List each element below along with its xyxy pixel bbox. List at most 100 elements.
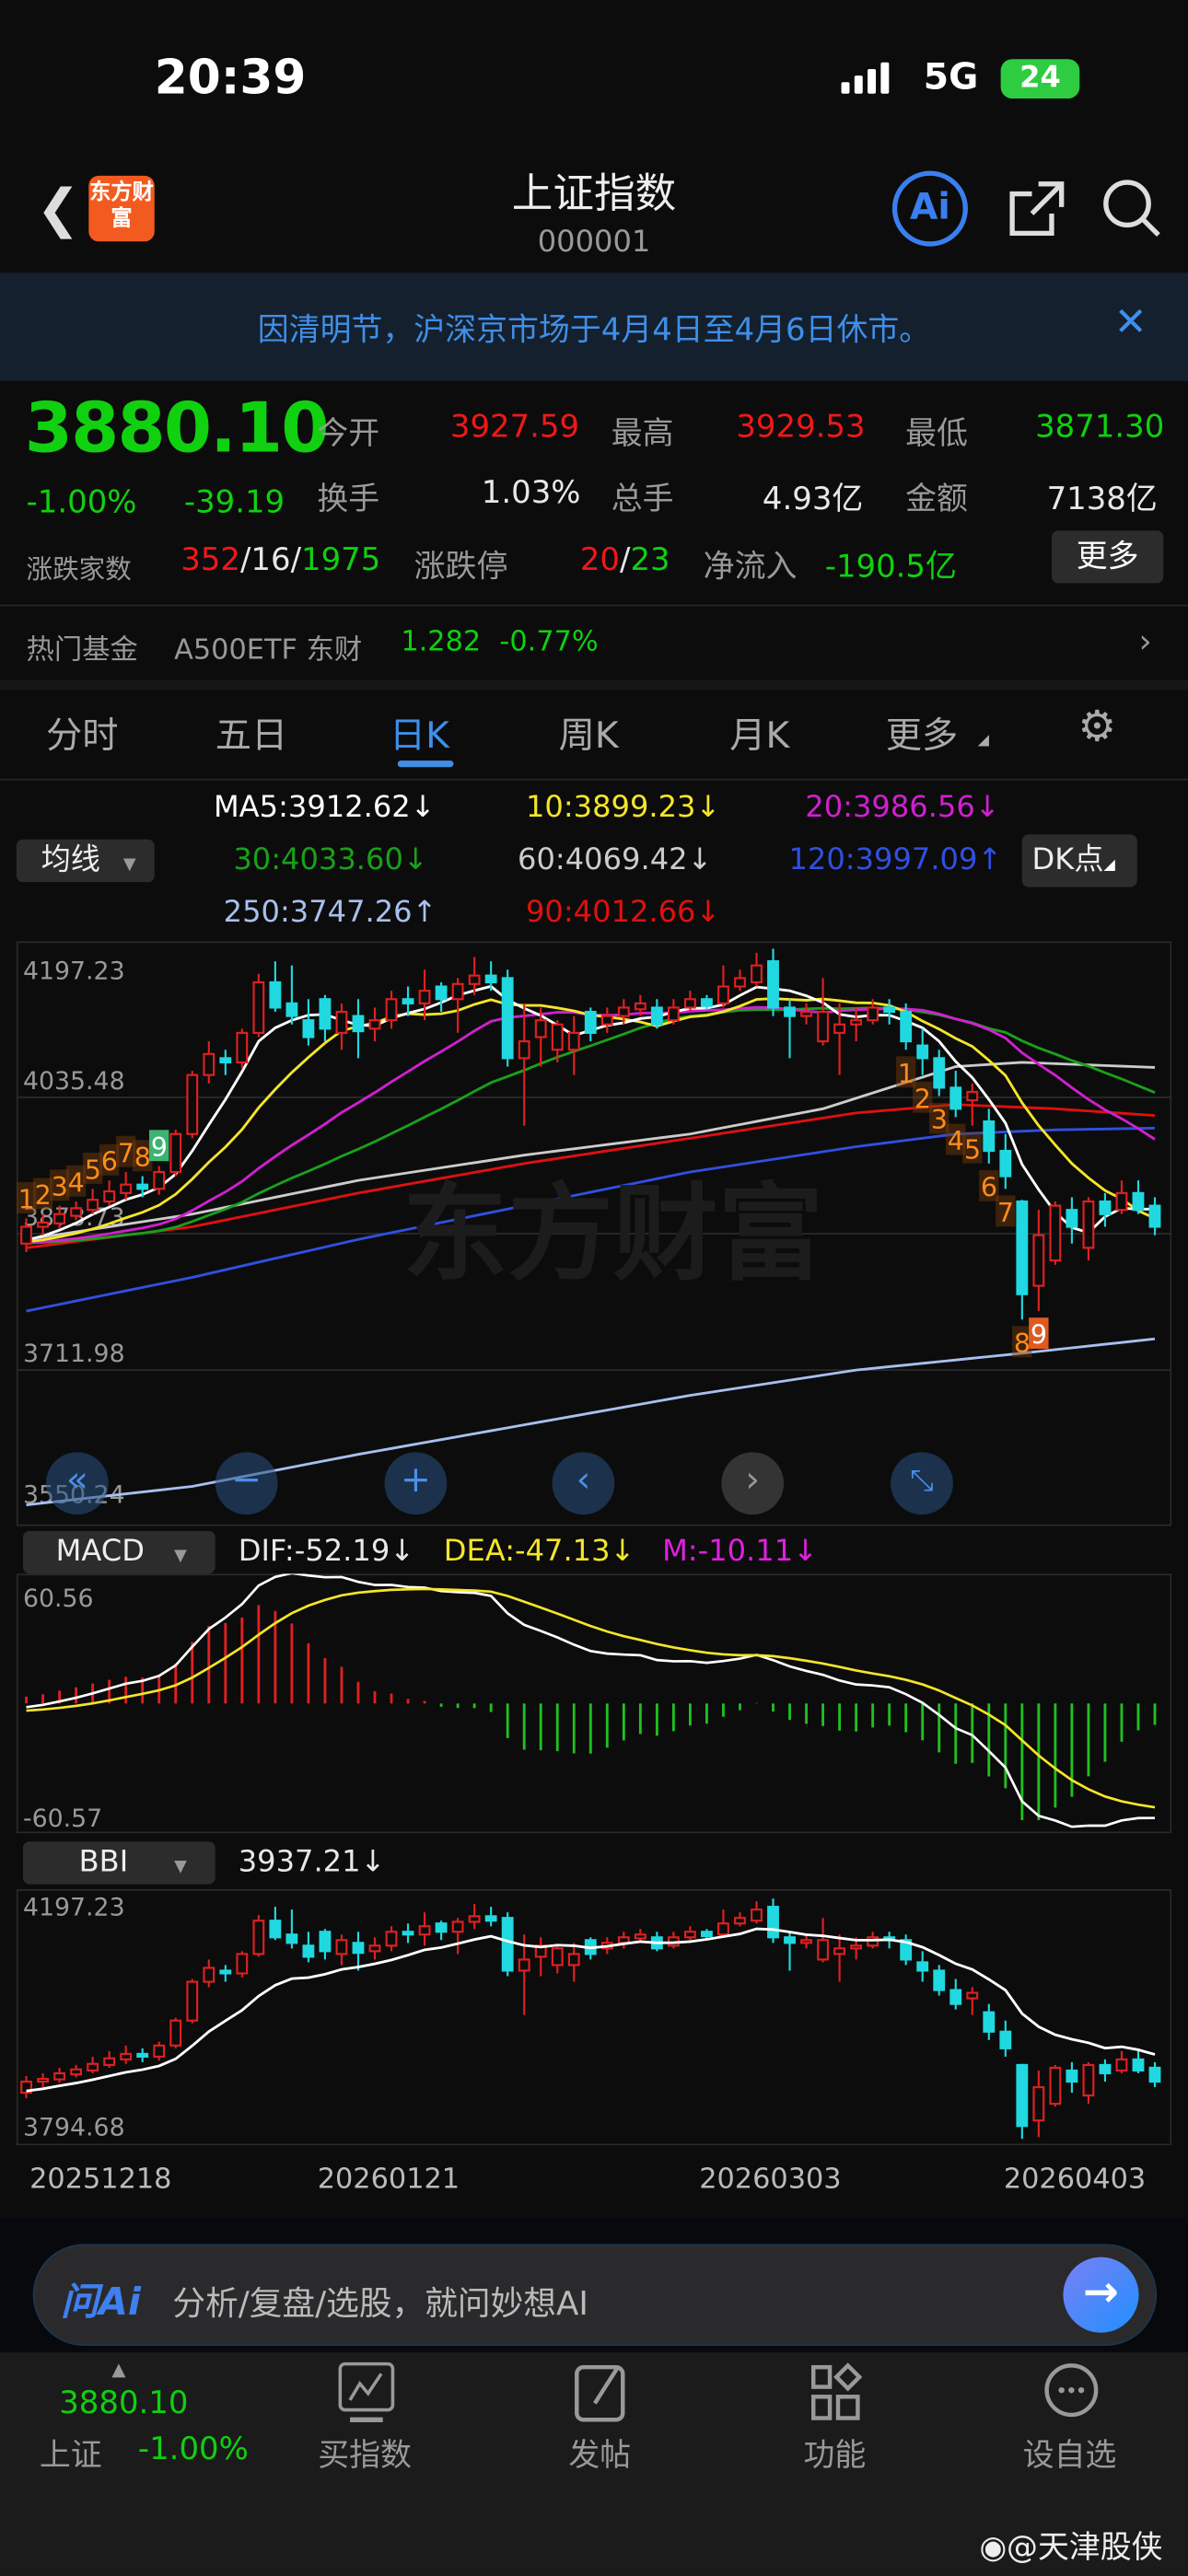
- open-value: 3927.59: [449, 409, 580, 446]
- candle-down: [584, 1010, 597, 1034]
- tab-monthly-k[interactable]: 月K: [729, 706, 789, 759]
- candle-up: [186, 1073, 199, 1135]
- candle-up: [236, 1031, 249, 1064]
- candle-up: [252, 1920, 265, 1955]
- candle-down: [352, 1015, 365, 1033]
- candle-up: [70, 1207, 83, 1217]
- candle-down: [319, 1931, 332, 1953]
- more-dots-icon[interactable]: [1042, 2361, 1101, 2426]
- ai-button[interactable]: Ai: [891, 170, 968, 247]
- macd-max-label: 60.56: [23, 1584, 94, 1613]
- rewind-button[interactable]: «: [45, 1452, 109, 1515]
- candle-down: [1132, 1191, 1145, 1212]
- inflow-label: 净流入: [703, 548, 798, 586]
- macd-chart: 60.56 -60.57: [16, 1573, 1172, 1834]
- td-sequence-number: 2: [35, 1180, 52, 1211]
- volume-value: 4.93亿: [762, 481, 864, 518]
- close-icon[interactable]: ✕: [1114, 299, 1147, 345]
- nav-price[interactable]: 3880.10: [59, 2385, 188, 2421]
- candle-up: [203, 1052, 215, 1076]
- td-sequence-number: 5: [964, 1134, 981, 1165]
- fund-label: 热门基金: [26, 633, 138, 667]
- divider: [0, 679, 1188, 690]
- ma10-legend: 10:3899.23↓: [525, 790, 721, 825]
- candle-up: [551, 1023, 564, 1051]
- next-button[interactable]: ›: [721, 1452, 785, 1515]
- td-sequence-number: 8: [134, 1143, 151, 1173]
- candle-up: [800, 1010, 812, 1017]
- td-sequence-number: 9: [1031, 1320, 1047, 1351]
- bbi-selector[interactable]: BBI ▼: [22, 1841, 215, 1885]
- banner-text: 因清明节，沪深京市场于4月4日至4月6日休市。: [257, 312, 931, 349]
- gear-icon[interactable]: ⚙: [1078, 703, 1117, 753]
- open-label: 今开: [317, 415, 380, 452]
- fund-price: 1.282: [401, 625, 482, 659]
- td-sequence-number: 8: [1014, 1329, 1031, 1359]
- ma5-legend: MA5:3912.62↓: [213, 790, 436, 825]
- td-sequence-number: 5: [85, 1155, 101, 1186]
- tab-intraday[interactable]: 分时: [46, 706, 119, 759]
- nav-add-watchlist[interactable]: 设自选: [987, 2431, 1151, 2476]
- candle-up: [368, 1944, 381, 1953]
- buy-index-icon[interactable]: [337, 2361, 396, 2426]
- divider: [0, 778, 1188, 781]
- tab-more[interactable]: 更多: [886, 706, 959, 759]
- tab-five-day[interactable]: 五日: [215, 706, 288, 759]
- tab-weekly-k[interactable]: 周K: [559, 706, 619, 759]
- share-icon[interactable]: [1006, 178, 1068, 240]
- td-sequence-number: 4: [948, 1126, 964, 1156]
- fullscreen-button[interactable]: ⤡: [891, 1452, 953, 1515]
- macd-min-label: -60.57: [23, 1804, 102, 1833]
- candle-up: [53, 1213, 66, 1224]
- candle-up: [186, 1980, 199, 2022]
- candle-up: [1049, 2066, 1062, 2106]
- candle-up: [734, 1917, 746, 1925]
- zoom-in-button[interactable]: +: [384, 1452, 448, 1515]
- chevron-right-icon: ›: [1138, 621, 1152, 661]
- amount-value: 7138亿: [1046, 481, 1158, 518]
- tab-daily-k[interactable]: 日K: [390, 706, 449, 759]
- more-button[interactable]: 更多: [1051, 530, 1164, 584]
- candle-up: [667, 1006, 680, 1022]
- candle-up: [468, 974, 481, 985]
- search-icon[interactable]: [1101, 178, 1163, 240]
- candle-up: [518, 1958, 530, 1972]
- candle-up: [833, 1947, 846, 1955]
- candle-down: [650, 1006, 663, 1026]
- candle-down: [701, 998, 713, 1007]
- dif-line: [26, 1573, 1156, 1828]
- candle-up: [600, 1015, 613, 1026]
- candle-up: [87, 2062, 99, 2072]
- ai-submit-arrow-icon[interactable]: →: [1063, 2257, 1139, 2333]
- candle-up: [418, 1925, 431, 1936]
- td-sequence-number: 9: [151, 1132, 168, 1163]
- nav-post[interactable]: 发帖: [518, 2431, 681, 2476]
- nav-functions[interactable]: 功能: [752, 2431, 916, 2476]
- up-count: 352: [181, 541, 240, 579]
- prev-button[interactable]: ‹: [552, 1452, 615, 1515]
- candle-down: [983, 2011, 996, 2033]
- date-label: 20251218: [29, 2164, 171, 2196]
- post-icon[interactable]: [572, 2361, 631, 2426]
- td-sequence-number: 7: [997, 1198, 1014, 1228]
- flat-count: 16: [250, 541, 291, 579]
- nav-buy-index[interactable]: 买指数: [283, 2431, 447, 2476]
- ma-selector[interactable]: 均线 ▼: [16, 839, 155, 883]
- low-label: 最低: [905, 415, 968, 452]
- dk-point-button[interactable]: DK点◢: [1021, 834, 1137, 888]
- candle-up: [385, 1931, 398, 1947]
- candle-up: [518, 1039, 530, 1060]
- candle-up: [850, 1019, 863, 1026]
- candle-down: [1066, 2069, 1078, 2083]
- td-sequence-number: 3: [931, 1105, 948, 1135]
- functions-icon[interactable]: [809, 2361, 868, 2426]
- candle-down: [784, 1936, 796, 1944]
- macd-selector[interactable]: MACD ▼: [22, 1530, 215, 1574]
- chart-frame: [16, 1573, 1172, 1834]
- zoom-out-button[interactable]: −: [215, 1452, 278, 1515]
- candle-up: [1082, 2063, 1095, 2097]
- ma90-legend: 90:4012.66↓: [525, 895, 721, 930]
- macd-selector-label: MACD: [55, 1534, 145, 1570]
- candle-up: [717, 1922, 729, 1936]
- dropdown-triangle-icon: ◢: [977, 732, 990, 749]
